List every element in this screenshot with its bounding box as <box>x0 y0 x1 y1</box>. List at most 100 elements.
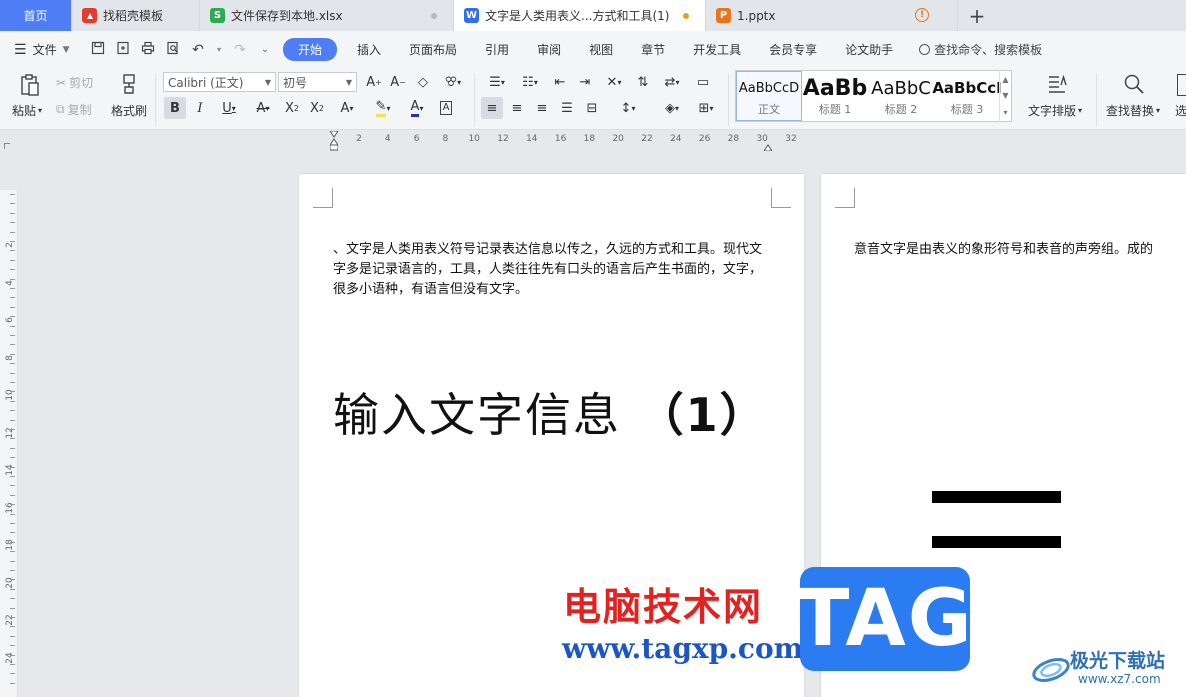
numbering-icon[interactable]: ☷ ▾ <box>516 71 544 93</box>
menu-page-layout[interactable]: 页面布局 <box>395 41 471 58</box>
bullets-icon[interactable]: ☰ ▾ <box>483 71 511 93</box>
style-heading-2[interactable]: AaBbC 标题 2 <box>868 71 934 121</box>
menu-insert[interactable]: 插入 <box>343 41 395 58</box>
copy-button[interactable]: ⧉ 复制 <box>56 101 92 118</box>
menu-view[interactable]: 视图 <box>575 41 627 58</box>
select-label[interactable]: 选 <box>1175 102 1186 119</box>
italic-button[interactable]: I <box>189 97 211 119</box>
file-menu[interactable]: ☰ 文件 ▼ <box>0 41 86 58</box>
cut-button[interactable]: ✂ 剪切 <box>56 74 93 91</box>
chevron-down-icon[interactable]: ▼ <box>1002 91 1008 100</box>
format-painter-label[interactable]: 格式刷 <box>111 102 147 119</box>
gallery-scroll[interactable]: ▲ ▼ ▾ <box>999 71 1011 121</box>
select-icon[interactable] <box>1177 74 1186 96</box>
menu-thesis-assistant[interactable]: 论文助手 <box>831 41 907 58</box>
style-heading-1[interactable]: AaBb 标题 1 <box>802 71 868 121</box>
menu-references[interactable]: 引用 <box>471 41 523 58</box>
ruler-minor-mark <box>10 570 15 571</box>
increase-indent-icon[interactable]: ⇥ <box>574 71 596 93</box>
command-search[interactable]: 查找命令、搜索模板 <box>907 41 1042 58</box>
sort-icon[interactable]: ⇄ ▾ <box>658 71 686 93</box>
print-preview-icon[interactable] <box>165 41 181 59</box>
text-layout-button[interactable]: 文字排版 ▾ <box>1028 102 1082 119</box>
borders-icon[interactable]: ⊞ ▾ <box>692 97 720 119</box>
shading-icon[interactable]: ◈ ▾ <box>658 97 686 119</box>
tab-home[interactable]: 首页 <box>0 0 72 31</box>
ribbon-separator <box>1096 74 1097 126</box>
font-name-select[interactable]: Calibri (正文) ▼ <box>163 72 276 92</box>
add-tab-button[interactable]: + <box>958 0 996 31</box>
tab-xlsx[interactable]: S 文件保存到本地.xlsx <box>200 0 454 31</box>
line-spacing-icon[interactable]: ↕ ▾ <box>614 97 642 119</box>
save-icon[interactable] <box>90 41 106 59</box>
export-pdf-icon[interactable] <box>115 41 131 59</box>
first-line-indent-marker[interactable] <box>329 130 339 151</box>
ruler-tick-label: 2 <box>356 134 362 144</box>
undo-icon[interactable]: ↶ <box>190 42 206 58</box>
align-left-button[interactable]: ≡ <box>481 97 503 119</box>
undo-dropdown-icon[interactable]: ▾ <box>215 45 223 54</box>
underline-button[interactable]: U ▾ <box>214 97 244 119</box>
font-color-button[interactable]: A ▾ <box>402 97 432 119</box>
print-icon[interactable] <box>140 41 156 59</box>
right-indent-marker[interactable] <box>763 140 773 154</box>
bold-button[interactable]: B <box>164 97 186 119</box>
highlight-color-button[interactable]: ✎ ▾ <box>368 97 398 119</box>
menu-member[interactable]: 会员专享 <box>755 41 831 58</box>
tab-daoke-templates[interactable]: 找稻壳模板 <box>72 0 200 31</box>
show-marks-icon[interactable]: ▭ <box>692 71 714 93</box>
watermark-site-en: www.xz7.com <box>1078 672 1161 686</box>
format-painter-icon[interactable] <box>118 72 140 96</box>
tab-active-document[interactable]: W 文字是人类用表义...方式和工具(1) <box>454 0 706 31</box>
hamburger-icon: ☰ <box>14 41 27 58</box>
find-replace-icon[interactable] <box>1122 72 1146 96</box>
menu-home[interactable]: 开始 <box>283 38 338 61</box>
subscript-button[interactable]: X2 <box>306 97 328 119</box>
redo-icon[interactable]: ↷ <box>232 42 248 58</box>
chevron-up-icon[interactable]: ▲ <box>1002 75 1008 84</box>
ruler-minor-mark <box>10 222 15 224</box>
paste-button[interactable]: 粘贴 ▾ <box>12 102 42 119</box>
tab-pptx[interactable]: P 1.pptx ! <box>706 0 958 31</box>
menu-developer[interactable]: 开发工具 <box>679 41 755 58</box>
style-preview: AaBbCcD <box>738 80 800 96</box>
text-effect-button[interactable]: A ▾ <box>332 97 362 119</box>
strikethrough-button[interactable]: A ▾ <box>248 97 278 119</box>
body-paragraph[interactable]: 意音文字是由表义的象形符号和表音的声旁组。成的 <box>854 240 1186 260</box>
style-normal[interactable]: AaBbCcD 正文 <box>736 71 802 121</box>
warning-icon[interactable]: ! <box>915 8 929 22</box>
tab-close-dot[interactable] <box>431 13 437 19</box>
find-replace-label: 查找替换 <box>1106 104 1155 118</box>
phonetic-guide-icon[interactable]: ꕢ ▾ <box>438 71 468 93</box>
document-heading[interactable]: 输入文字信息 （1） <box>333 379 768 445</box>
chinese-layout-icon[interactable]: ✕ ▾ <box>600 71 628 93</box>
body-paragraph[interactable]: 、文字是人类用表义符号记录表达信息以传之，久远的方式和工具。现代文字多是记录语言… <box>333 240 773 300</box>
decrease-indent-icon[interactable]: ⇤ <box>549 71 571 93</box>
superscript-button[interactable]: X2 <box>281 97 303 119</box>
shrink-font-icon[interactable]: A − <box>387 71 409 93</box>
grow-font-icon[interactable]: A + <box>363 71 385 93</box>
style-heading-3[interactable]: AaBbCcI 标题 3 <box>932 71 1002 121</box>
style-preview: AaBbCcI <box>932 79 1002 97</box>
clear-format-icon[interactable]: ◇ <box>412 71 434 93</box>
justify-button[interactable]: ☰ <box>556 97 578 119</box>
customize-toolbar-icon[interactable]: ⌄ <box>257 44 273 55</box>
font-size-select[interactable]: 初号 ▼ <box>278 72 357 92</box>
horizontal-ruler[interactable]: 2 4 6 8 10 12 14 16 18 20 22 24 26 28 30 32 <box>329 130 810 152</box>
menu-chapter[interactable]: 章节 <box>627 41 679 58</box>
vertical-ruler[interactable]: 2 4 6 8 10 12 14 16 18 20 22 24 <box>0 190 18 697</box>
align-right-button[interactable]: ≡ <box>531 97 553 119</box>
find-replace-button[interactable]: 查找替换 ▾ <box>1106 102 1160 119</box>
paste-icon[interactable] <box>17 72 43 98</box>
distributed-align-button[interactable]: ⊟ <box>581 97 603 119</box>
align-center-button[interactable]: ≡ <box>506 97 528 119</box>
ruler-minor-mark <box>10 664 15 665</box>
character-border-icon[interactable]: A <box>435 97 457 119</box>
text-direction-icon[interactable]: ⇅ <box>632 71 654 93</box>
unsaved-dot[interactable] <box>683 13 689 19</box>
ruler-minor-mark <box>10 541 15 543</box>
menu-review[interactable]: 审阅 <box>523 41 575 58</box>
expand-gallery-icon[interactable]: ▾ <box>1003 108 1007 117</box>
styles-gallery: AaBbCcD 正文 AaBb 标题 1 AaBbC 标题 2 AaBbCcI … <box>735 70 1012 122</box>
text-layout-icon[interactable] <box>1045 72 1069 96</box>
